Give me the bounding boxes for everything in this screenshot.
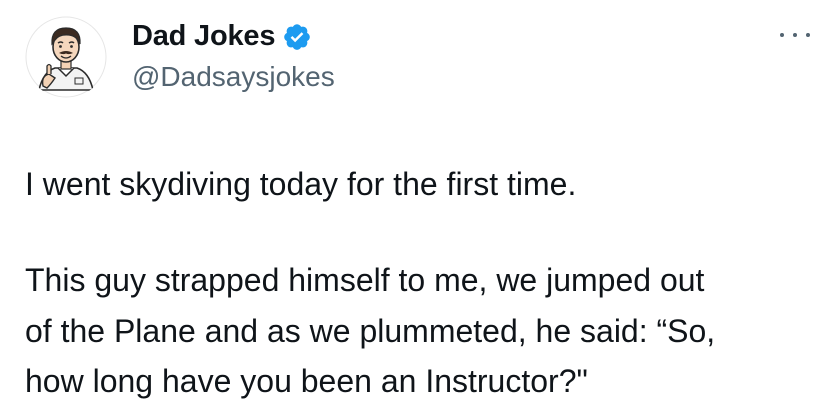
- dad-cartoon-avatar-icon: [25, 16, 107, 98]
- verified-badge-icon: [284, 24, 311, 50]
- tweet-text-paragraph-1: I went skydiving today for the first tim…: [25, 166, 577, 202]
- author-name-row: Dad Jokes: [132, 17, 312, 55]
- author-display-name[interactable]: Dad Jokes: [132, 20, 275, 53]
- more-options-icon-dot: [806, 33, 810, 37]
- more-options-icon-dot: [793, 33, 797, 37]
- tweet-text-line: of the Plane and as we plummeted, he sai…: [25, 313, 716, 349]
- tweet-text-line: how long have you been an Instructor?": [25, 363, 588, 399]
- author-handle[interactable]: @Dadsaysjokes: [132, 61, 335, 93]
- tweet-text-line: This guy strapped himself to me, we jump…: [25, 262, 705, 298]
- tweet-card: Dad Jokes @Dadsaysjokes I went skydiving…: [0, 0, 829, 416]
- more-options-icon: [780, 33, 784, 37]
- avatar[interactable]: [25, 16, 107, 98]
- more-options-button[interactable]: [780, 27, 810, 43]
